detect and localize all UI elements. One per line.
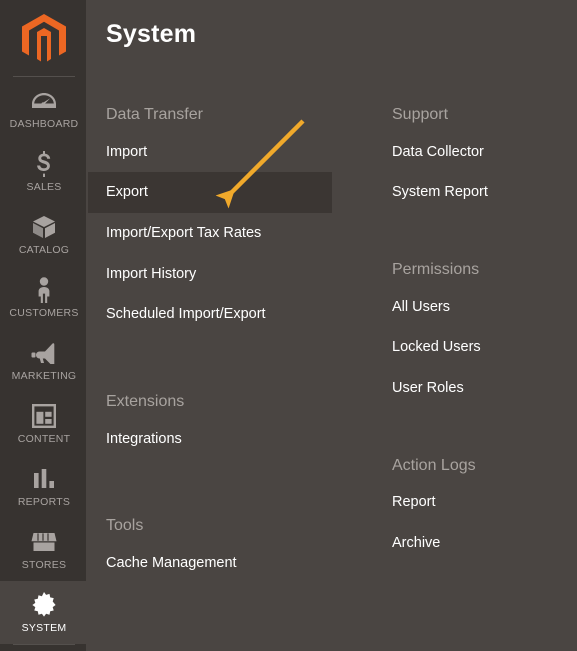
menu-group-title: Extensions [106,392,185,410]
sidebar-item-label: REPORTS [17,496,71,509]
menu-group-spacer [88,465,332,509]
box-icon [31,214,57,240]
menu-item-export[interactable]: Export [88,172,332,213]
menu-item-data-collector[interactable]: Data Collector [374,132,574,173]
menu-group-action-logs: Action Logs Report Archive [374,449,574,564]
sidebar-item-label: MARKETING [11,370,77,383]
menu-group-spacer [374,219,574,253]
sidebar-item-customers[interactable]: CUSTOMERS [0,266,88,329]
menu-item-cache-management[interactable]: Cache Management [88,543,332,584]
menu-group-title: Permissions [392,260,480,278]
sidebar-item-stores[interactable]: STORES [0,518,88,581]
sidebar-item-sales[interactable]: SALES [0,140,88,203]
menu-item-import-export-tax-rates[interactable]: Import/Export Tax Rates [88,213,332,254]
bar-chart-icon [32,466,56,492]
menu-group-data-transfer: Data Transfer Import Export Import/Expor… [88,98,332,335]
admin-sidebar: DASHBOARD SALES CATALOG CUSTOMERS MARKET… [0,0,88,651]
menu-item-user-roles[interactable]: User Roles [374,368,574,409]
menu-group-spacer [88,341,332,385]
magento-logo-icon [22,14,66,62]
menu-item-archive[interactable]: Archive [374,523,574,564]
magento-admin-system-menu: DASHBOARD SALES CATALOG CUSTOMERS MARKET… [0,0,577,651]
sidebar-item-label: CUSTOMERS [9,307,79,320]
menu-group-extensions: Extensions Integrations [88,385,332,459]
sidebar-item-content[interactable]: CONTENT [0,392,88,455]
menu-item-system-report[interactable]: System Report [374,172,574,213]
sidebar-item-label: CONTENT [17,433,71,446]
sidebar-item-catalog[interactable]: CATALOG [0,203,88,266]
storefront-icon [31,529,57,555]
menu-group-permissions: Permissions All Users Locked Users User … [374,253,574,409]
sidebar-item-dashboard[interactable]: DASHBOARD [0,77,88,140]
sidebar-item-label: STORES [21,559,67,572]
menu-item-all-users[interactable]: All Users [374,287,574,328]
sidebar-item-label: DASHBOARD [9,118,79,131]
menu-item-scheduled-import-export[interactable]: Scheduled Import/Export [88,294,332,335]
sidebar-item-partial[interactable] [0,645,88,651]
megaphone-icon [31,340,57,366]
menu-column-right: Support Data Collector System Report Per… [374,98,574,589]
menu-column-left: Data Transfer Import Export Import/Expor… [88,98,332,589]
menu-item-integrations[interactable]: Integrations [88,419,332,460]
gauge-icon [31,88,57,114]
menu-group-tools: Tools Cache Management [88,509,332,583]
menu-group-title: Data Transfer [106,106,203,123]
menu-item-import[interactable]: Import [88,132,332,173]
person-icon [35,277,53,304]
menu-group-title: Tools [106,517,144,535]
menu-item-locked-users[interactable]: Locked Users [374,327,574,368]
page-title: System [106,20,197,48]
sidebar-item-marketing[interactable]: MARKETING [0,329,88,392]
menu-group-title: Support [392,106,449,123]
sidebar-item-reports[interactable]: REPORTS [0,455,88,518]
menu-item-import-history[interactable]: Import History [88,254,332,295]
menu-group-spacer [374,415,574,449]
menu-group-support: Support Data Collector System Report [374,98,574,213]
sidebar-item-label: SYSTEM [21,622,67,635]
gear-icon [31,592,57,618]
sidebar-item-label: CATALOG [18,244,70,257]
menu-item-report[interactable]: Report [374,482,574,523]
layout-icon [32,403,56,429]
system-menu-columns: Data Transfer Import Export Import/Expor… [88,98,577,589]
system-menu-panel: System Data Transfer Import Export Impor… [88,0,577,651]
magento-logo[interactable] [0,0,88,72]
dollar-icon [35,151,53,178]
sidebar-item-system[interactable]: SYSTEM [0,581,88,644]
sidebar-item-label: SALES [26,181,62,194]
menu-group-title: Action Logs [392,456,476,474]
